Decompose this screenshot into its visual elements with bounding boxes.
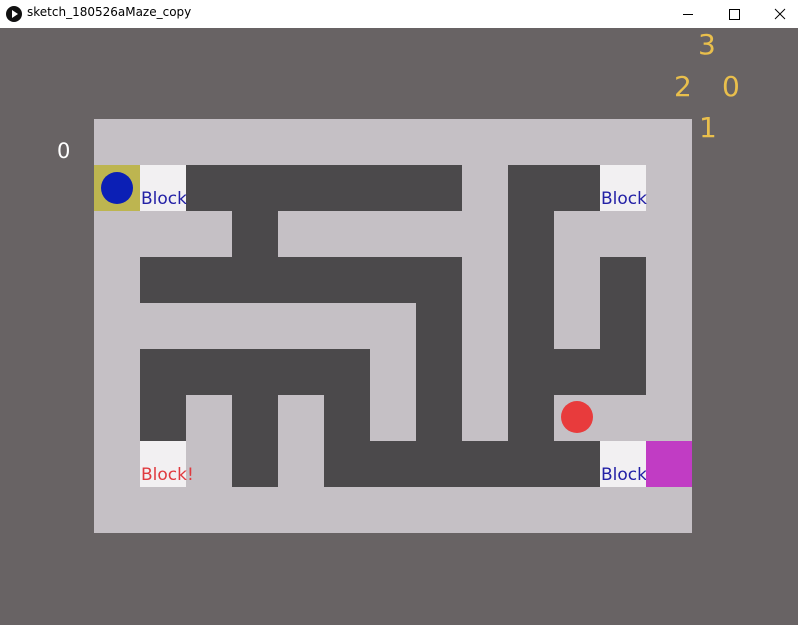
maze-wall [370, 441, 600, 487]
processing-app-icon [6, 6, 22, 22]
maze-wall [140, 257, 462, 303]
maze-wall [324, 395, 370, 487]
maze-wall [186, 165, 462, 211]
window-title: sketch_180526aMaze_copy [27, 5, 192, 19]
close-button[interactable] [757, 0, 798, 28]
block-tile: Block [600, 441, 647, 487]
block-label: Block [141, 189, 187, 209]
block-label: Block [601, 189, 647, 209]
enemy-ball [561, 401, 593, 433]
block-alert-label: Block! [141, 465, 194, 485]
maze-wall [140, 395, 186, 441]
direction-right-number: 0 [722, 70, 740, 103]
direction-up-number: 3 [698, 28, 716, 61]
block-tile: Block [600, 165, 647, 211]
score-display: 0 [57, 139, 71, 163]
maximize-button[interactable] [711, 0, 757, 28]
goal-tile [646, 441, 692, 487]
sketch-canvas[interactable]: Block Block Block! Block 0 3 2 0 1 [0, 28, 798, 625]
player-ball [101, 172, 133, 204]
title-bar: sketch_180526aMaze_copy [0, 0, 798, 29]
maze-wall [600, 257, 646, 395]
maze-wall [232, 395, 278, 487]
maze-wall [416, 303, 462, 441]
block-tile-alert: Block! [140, 441, 194, 487]
block-tile: Block [140, 165, 187, 211]
minimize-icon [683, 13, 693, 15]
close-icon [774, 8, 786, 20]
maze-wall [508, 165, 600, 211]
maze-wall [140, 349, 370, 395]
maximize-icon [728, 8, 740, 20]
direction-left-number: 2 [674, 70, 692, 103]
maze-wall [232, 211, 278, 257]
block-label: Block [601, 465, 647, 485]
direction-down-number: 1 [699, 111, 717, 144]
minimize-button[interactable] [665, 0, 711, 28]
maze-wall [554, 349, 600, 395]
